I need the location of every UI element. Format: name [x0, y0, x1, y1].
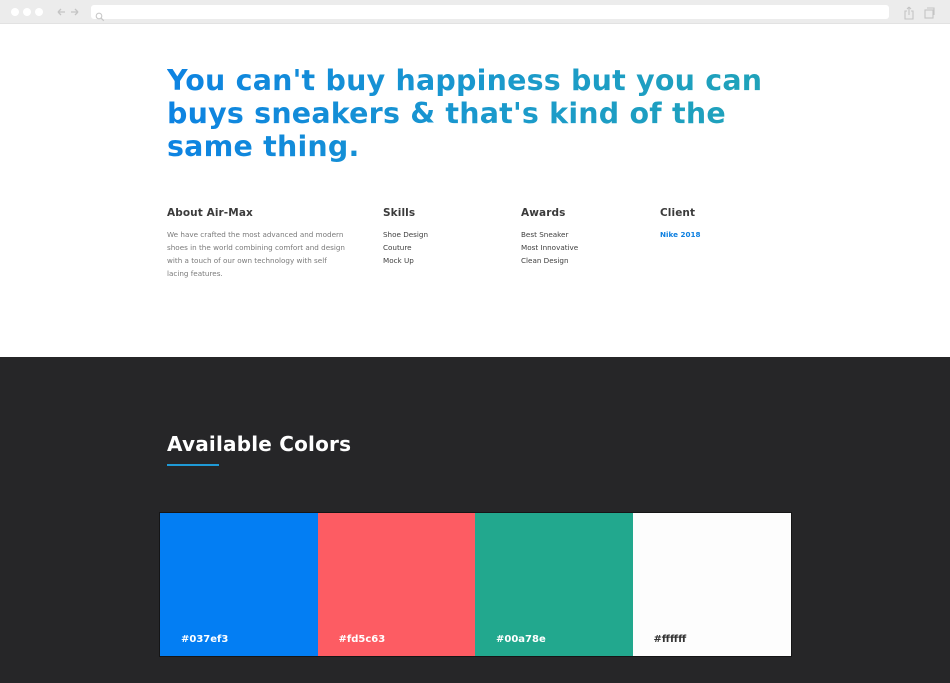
award-item: Most Innovative: [521, 243, 579, 252]
swatch-hex-label: #00a78e: [496, 634, 546, 645]
skill-item: Shoe Design: [383, 230, 429, 239]
award-item: Clean Design: [521, 256, 569, 265]
skill-item: Couture: [383, 243, 412, 252]
about-column: About Air-Max We have crafted the most a…: [167, 207, 353, 280]
hero-headline: You can't buy happiness but you can buys…: [167, 64, 787, 163]
about-description: We have crafted the most advanced and mo…: [167, 230, 345, 278]
client-link[interactable]: Nike 2018: [660, 228, 700, 241]
client-heading: Client: [660, 207, 696, 219]
share-icon[interactable]: [903, 5, 915, 20]
color-swatch-red[interactable]: #fd5c63: [317, 513, 475, 656]
search-icon: [95, 7, 105, 26]
swatch-hex-label: #ffffff: [653, 634, 687, 645]
title-underline: [167, 464, 219, 466]
skill-item: Mock Up: [383, 256, 414, 265]
address-bar[interactable]: [91, 5, 889, 22]
about-heading: About Air-Max: [167, 207, 253, 219]
color-swatch-green[interactable]: #00a78e: [475, 513, 633, 656]
swatch-hex-label: #037ef3: [181, 634, 229, 645]
award-item: Best Sneaker: [521, 230, 569, 239]
colors-title: Available Colors: [167, 432, 352, 456]
tabs-icon[interactable]: [923, 5, 935, 19]
awards-column: Awards Best Sneaker Most Innovative Clea…: [521, 207, 578, 267]
back-forward-arrows-icon[interactable]: [55, 4, 81, 20]
window-close-button[interactable]: [11, 8, 19, 16]
awards-list: Best Sneaker Most Innovative Clean Desig…: [521, 228, 578, 267]
available-colors-section: Available Colors #037ef3 #fd5c63 #00a78e…: [0, 357, 950, 683]
hero-line: buys sneakers & that's kind of the: [167, 97, 726, 130]
window-maximize-button[interactable]: [35, 8, 43, 16]
browser-toolbar: [0, 0, 950, 24]
skills-heading: Skills: [383, 207, 416, 219]
skills-list: Shoe Design Couture Mock Up: [383, 228, 428, 267]
window-minimize-button[interactable]: [23, 8, 31, 16]
hero-line: same thing.: [167, 130, 360, 163]
skills-column: Skills Shoe Design Couture Mock Up: [383, 207, 428, 267]
awards-heading: Awards: [521, 207, 566, 219]
swatch-hex-label: #fd5c63: [338, 634, 386, 645]
hero-line: You can't buy happiness but you can: [167, 64, 763, 97]
client-column: Client Nike 2018: [660, 207, 700, 241]
color-swatch-blue[interactable]: #037ef3: [160, 513, 318, 656]
client-list: Nike 2018: [660, 228, 700, 241]
color-swatches: #037ef3 #fd5c63 #00a78e #ffffff: [159, 512, 792, 657]
color-swatch-white[interactable]: #ffffff: [632, 513, 791, 656]
